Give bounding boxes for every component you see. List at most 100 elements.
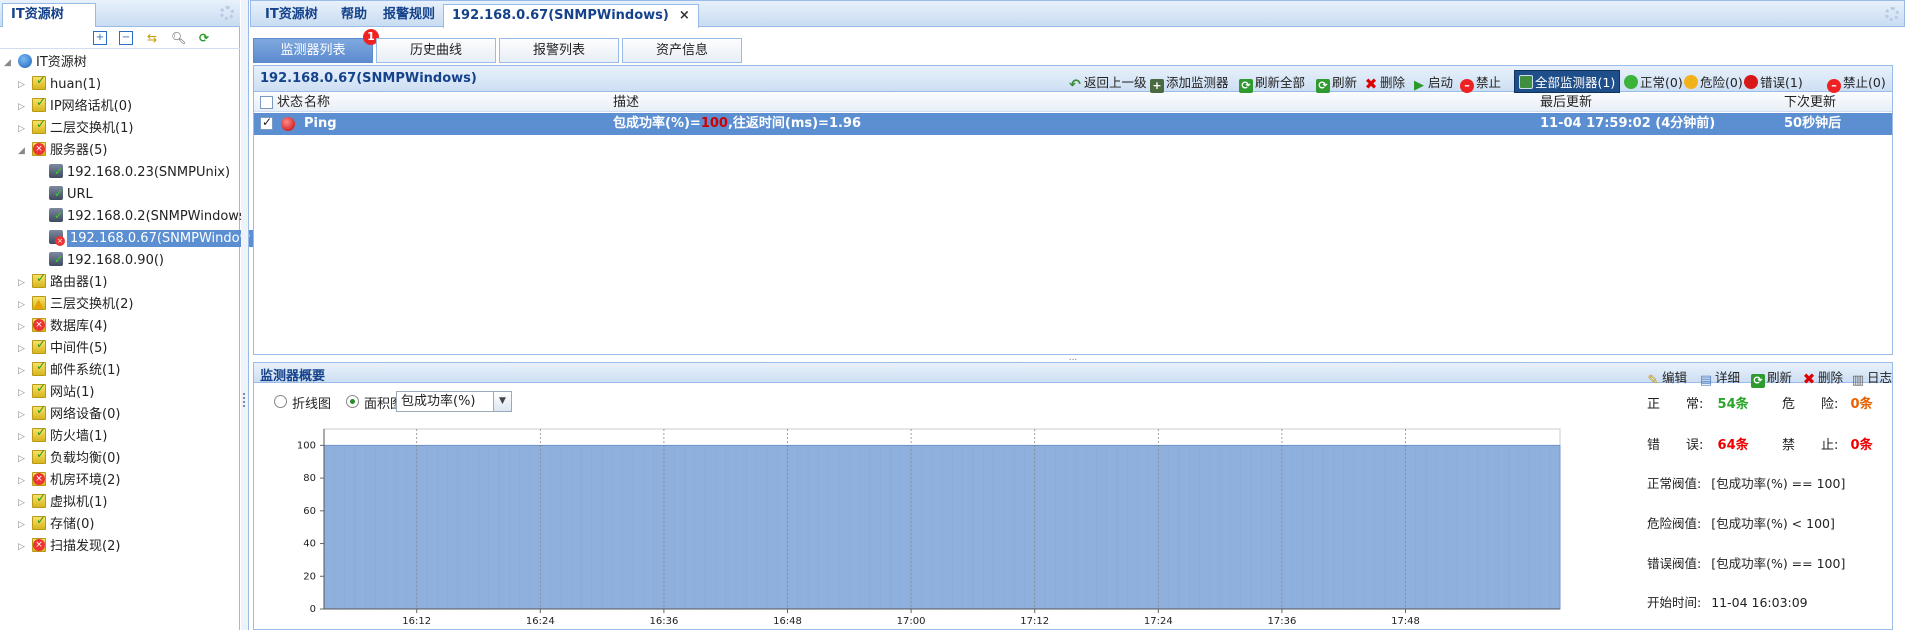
chevron-right-icon[interactable]: ▷	[18, 427, 28, 447]
chevron-down-icon[interactable]: ◢	[18, 141, 28, 161]
tab-alarm-list[interactable]: 报警列表	[499, 38, 619, 63]
tree-item[interactable]: ▷ ✓ 防火墙(1)	[18, 426, 108, 447]
tree-item[interactable]: ▷ ✓ huan(1)	[18, 74, 101, 95]
tree-root[interactable]: ◢ IT资源树	[4, 53, 87, 73]
tree-item[interactable]: ◢ × 服务器(5)	[18, 141, 107, 161]
tree-node-label: 二层交换机(1)	[50, 121, 134, 136]
collapse-all-icon[interactable]: −	[119, 31, 133, 45]
chevron-right-icon[interactable]: ▷	[18, 97, 28, 117]
tab-monitor-list[interactable]: 监测器列表	[253, 38, 373, 63]
tab-help[interactable]: 帮助	[333, 4, 375, 28]
back-button[interactable]: ↶ 返回上一级	[1068, 72, 1146, 92]
detail-button[interactable]: ▤ 详细	[1699, 367, 1740, 388]
table-row[interactable]: ✓ Ping 包成功率(%)=100,往返时间(ms)=1.96 11-04 1…	[254, 113, 1892, 135]
tree-leaf[interactable]: × 192.168.0.67(SNMPWindow	[49, 229, 254, 249]
edit-label: 编辑	[1662, 370, 1688, 385]
chevron-right-icon[interactable]: ▷	[18, 317, 28, 337]
delete-button[interactable]: ✖ 删除	[1802, 367, 1843, 388]
tab-device[interactable]: 192.168.0.67(SNMPWindows) ×	[443, 4, 699, 28]
col-next-update[interactable]: 下次更新	[1784, 93, 1836, 112]
expand-all-icon[interactable]: +	[93, 31, 107, 45]
gear-icon[interactable]	[1885, 7, 1899, 21]
delete-x-icon: ✖	[1364, 75, 1378, 93]
chevron-right-icon[interactable]: ▷	[18, 361, 28, 381]
edit-button[interactable]: ✎ 编辑	[1646, 367, 1687, 388]
tree-leaf[interactable]: ✓ URL	[49, 185, 93, 205]
tree-item[interactable]: ▷ × 扫描发现(2)	[18, 537, 120, 557]
tree-item[interactable]: ▷ ✓ 虚拟机(1)	[18, 491, 107, 513]
tree-item[interactable]: ▷ ✓ 路由器(1)	[18, 272, 107, 293]
tree-node-label: 防火墙(1)	[50, 429, 108, 444]
col-last-update[interactable]: 最后更新	[1540, 93, 1592, 112]
chevron-right-icon[interactable]: ▷	[18, 537, 28, 557]
radio-area-chart[interactable]	[346, 395, 359, 408]
chevron-right-icon[interactable]: ▷	[18, 339, 28, 359]
chevron-down-icon[interactable]: ◢	[4, 53, 14, 73]
chevron-right-icon[interactable]: ▷	[18, 119, 28, 139]
disable-button[interactable]: – 禁止	[1460, 72, 1501, 93]
warning-icon: ▲	[34, 296, 44, 310]
chevron-right-icon[interactable]: ▷	[18, 405, 28, 425]
tree-item[interactable]: ▷ × 机房环境(2)	[18, 471, 120, 491]
log-button[interactable]: ▥ 日志	[1851, 367, 1892, 388]
tab-it-resource-tree-main[interactable]: IT资源树	[257, 4, 326, 28]
tree-item[interactable]: ▷ ✓ 中间件(5)	[18, 338, 107, 359]
search-icon[interactable]: 🔍︎	[171, 31, 186, 45]
refresh-button[interactable]: ⟳ 刷新	[1316, 72, 1357, 93]
tree-leaf[interactable]: ✓ 192.168.0.2(SNMPWindows	[49, 207, 246, 227]
radio-line-chart[interactable]	[274, 395, 287, 408]
chevron-down-icon[interactable]: ▼	[493, 392, 511, 411]
refresh-icon[interactable]: ⟳	[197, 31, 211, 45]
tree-leaf[interactable]: ✓ 192.168.0.23(SNMPUnix)	[49, 163, 230, 183]
tree-item[interactable]: ▷ ✓ 负载均衡(0)	[18, 448, 120, 469]
refresh-button[interactable]: ⟳ 刷新	[1751, 367, 1792, 388]
chevron-right-icon[interactable]: ▷	[18, 383, 28, 403]
tree-item[interactable]: ▷ ✓ 网络设备(0)	[18, 404, 120, 425]
chevron-right-icon[interactable]: ▷	[18, 449, 28, 469]
move-icon[interactable]: ⇆	[145, 31, 159, 45]
error-icon: ×	[33, 473, 45, 485]
forbidden-filter[interactable]: – 禁止(0)	[1827, 72, 1886, 93]
select-all-checkbox[interactable]	[260, 96, 273, 109]
normal-filter[interactable]: 正常(0)	[1624, 72, 1683, 91]
danger-filter[interactable]: 危险(0)	[1684, 72, 1743, 91]
row-checkbox[interactable]: ✓	[260, 115, 273, 130]
all-monitors-filter[interactable]: 全部监测器(1)	[1514, 70, 1621, 93]
gear-icon[interactable]	[220, 6, 234, 20]
tab-asset-info[interactable]: 资产信息	[622, 38, 742, 63]
start-button[interactable]: ▶ 启动	[1412, 72, 1453, 93]
tab-it-resource-tree[interactable]: IT资源树	[2, 3, 96, 27]
tree-item[interactable]: ▷ ✓ 存储(0)	[18, 514, 94, 535]
delete-button[interactable]: ✖ 删除	[1364, 72, 1405, 93]
tree-item[interactable]: ▷ ✓ 二层交换机(1)	[18, 118, 134, 139]
chevron-right-icon[interactable]: ▷	[18, 471, 28, 491]
tree-leaf[interactable]: ✓ 192.168.0.90()	[49, 251, 164, 271]
refresh-all-button[interactable]: ⟳ 刷新全部	[1239, 72, 1305, 93]
chevron-right-icon[interactable]: ▷	[18, 75, 28, 95]
refresh-label: 刷新	[1332, 75, 1358, 90]
check-icon: ✓	[36, 491, 47, 505]
tab-alarm-rules[interactable]: 报警规则	[375, 4, 443, 28]
metric-select[interactable]: 包成功率(%) ▼	[396, 391, 512, 412]
tree-node-label: 三层交换机(2)	[50, 297, 134, 312]
chevron-right-icon[interactable]: ▷	[18, 273, 28, 293]
normal-status-icon	[1624, 75, 1638, 89]
tree-item[interactable]: ▷ ✓ 网站(1)	[18, 382, 94, 403]
tree-item[interactable]: ▷ × 数据库(4)	[18, 317, 107, 337]
col-description[interactable]: 描述	[613, 93, 639, 112]
tab-history-curve[interactable]: 历史曲线	[376, 38, 496, 63]
add-monitor-button[interactable]: + 添加监测器	[1150, 72, 1229, 93]
close-icon[interactable]: ×	[679, 8, 690, 23]
error-filter[interactable]: 错误(1)	[1744, 72, 1803, 91]
col-status[interactable]: 状态	[277, 93, 303, 112]
col-name[interactable]: 名称	[304, 93, 330, 112]
tree-item[interactable]: ▷ ✓ IP网络话机(0)	[18, 96, 132, 117]
tree-item[interactable]: ▷ ▲ 三层交换机(2)	[18, 295, 134, 315]
delete-x-icon: ✖	[1802, 370, 1816, 388]
chevron-right-icon[interactable]: ▷	[18, 295, 28, 315]
left-splitter[interactable]	[241, 0, 249, 630]
chevron-right-icon[interactable]: ▷	[18, 515, 28, 535]
chevron-right-icon[interactable]: ▷	[18, 493, 28, 513]
x-tick-label: 17:12	[1020, 616, 1049, 627]
tree-item[interactable]: ▷ ✓ 邮件系统(1)	[18, 360, 120, 381]
